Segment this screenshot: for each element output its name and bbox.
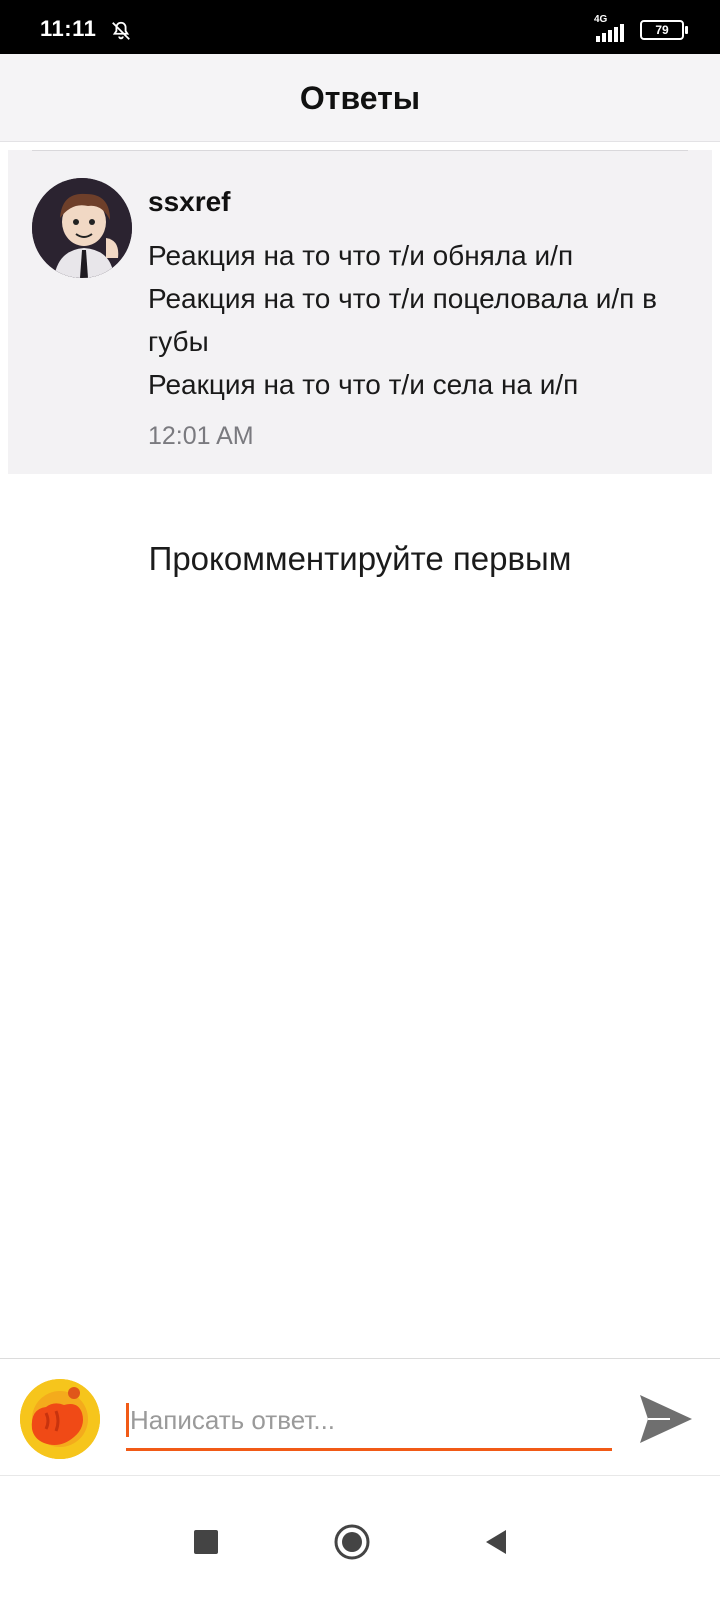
user-avatar-image — [20, 1379, 100, 1459]
user-avatar — [20, 1379, 100, 1459]
header: Ответы — [0, 54, 720, 142]
avatar-image — [32, 178, 132, 278]
status-bar: 11:11 4G 79 — [0, 0, 720, 54]
comment-username[interactable]: ssxref — [148, 186, 231, 218]
battery-icon: 79 — [640, 20, 688, 40]
send-icon — [640, 1395, 692, 1443]
circle-icon — [334, 1524, 370, 1560]
empty-state-text: Прокомментируйте первым — [148, 540, 572, 577]
signal-icon: 4G — [592, 14, 632, 42]
nav-back-button[interactable] — [466, 1512, 526, 1572]
avatar[interactable] — [32, 178, 132, 278]
nav-home-button[interactable] — [322, 1512, 382, 1572]
triangle-back-icon — [486, 1530, 506, 1554]
comment-card: ssxref Реакция на то что т/и обняла и/п … — [8, 150, 712, 474]
comment-text: Реакция на то что т/и обняла и/п Реакция… — [148, 240, 657, 400]
nav-recent-button[interactable] — [176, 1512, 236, 1572]
reply-bar — [0, 1358, 720, 1476]
status-time: 11:11 — [40, 16, 97, 41]
battery-level: 79 — [655, 23, 669, 37]
square-icon — [194, 1530, 218, 1554]
navigation-bar — [0, 1476, 720, 1600]
text-caret — [126, 1403, 129, 1437]
bell-off-icon — [112, 21, 130, 40]
divider — [32, 150, 688, 151]
send-button[interactable] — [636, 1389, 696, 1449]
reply-input[interactable] — [126, 1393, 612, 1451]
page-title: Ответы — [299, 80, 421, 116]
comment-timestamp: 12:01 AM — [148, 422, 254, 450]
status-indicators: 4G 79 — [592, 14, 688, 42]
